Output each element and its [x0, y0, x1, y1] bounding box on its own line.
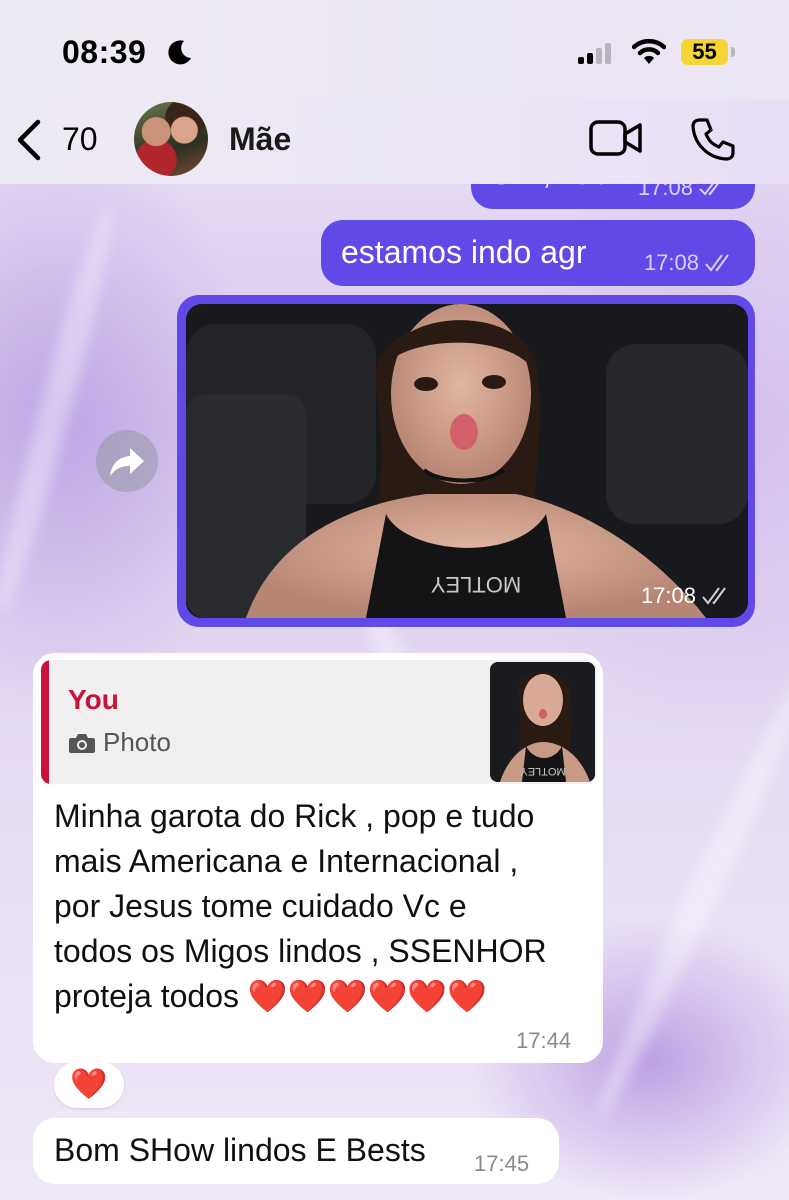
- message-time: 17:45: [474, 1151, 530, 1176]
- photo-shirt-print: MOTLEY: [430, 572, 521, 597]
- message-meta: 17:08: [641, 583, 734, 609]
- message-line: Minha garota do Rick , pop e tudo: [54, 798, 535, 834]
- background-streak: [0, 203, 124, 617]
- message-line: mais Americana e Internacional ,: [54, 843, 519, 879]
- share-arrow-icon: [110, 448, 144, 476]
- message-text: estamos indo agr: [341, 234, 587, 270]
- reply-thumbnail: MOTLEY: [490, 662, 595, 782]
- photo-image: MOTLEY: [186, 304, 748, 618]
- message-time: 17:44: [516, 1028, 572, 1053]
- phone-icon[interactable]: [690, 116, 736, 162]
- message-text: Minha garota do Rick , pop e tudo mais A…: [54, 794, 594, 1019]
- reply-quote-bar: [41, 660, 49, 784]
- video-call-icon[interactable]: [588, 118, 644, 158]
- message-time: 17:08: [640, 583, 696, 608]
- message-line: proteja todos ❤️❤️❤️❤️❤️❤️: [54, 978, 487, 1014]
- reply-thumbnail-image: MOTLEY: [490, 662, 595, 782]
- background-streak: [585, 657, 789, 1123]
- double-check-icon: [705, 254, 729, 272]
- reply-quote[interactable]: You Photo MOTLEY: [41, 660, 597, 784]
- reaction-badge[interactable]: ❤️: [54, 1062, 124, 1108]
- wifi-icon: [632, 38, 666, 64]
- reply-type-label: Photo: [103, 727, 171, 757]
- header-overlay: [0, 100, 789, 184]
- battery-icon: 55: [681, 39, 728, 65]
- chevron-left-icon[interactable]: [14, 118, 46, 162]
- double-check-icon: [702, 587, 726, 605]
- message-meta: 17:08: [644, 250, 737, 276]
- camera-icon: [69, 734, 95, 753]
- moon-icon: [168, 40, 191, 65]
- avatar[interactable]: [134, 102, 208, 176]
- status-time: 08:39: [62, 34, 147, 70]
- message-line: por Jesus tome cuidado Vc e: [54, 888, 467, 924]
- reply-thumb-print: MOTLEY: [520, 765, 566, 777]
- contact-name[interactable]: Mãe: [229, 121, 291, 158]
- forward-button[interactable]: [96, 430, 158, 492]
- message-line: todos os Migos lindos , SSENHOR: [54, 933, 547, 969]
- back-unread-count[interactable]: 70: [62, 121, 98, 158]
- message-photo[interactable]: MOTLEY 17:08: [186, 304, 748, 618]
- signal-icon: [578, 42, 611, 64]
- incoming-message[interactable]: Bom SHow lindos E Bests 17:45: [33, 1118, 559, 1184]
- status-bar: 08:39 55: [0, 0, 789, 100]
- outgoing-message[interactable]: estamos indo agr 17:08: [321, 220, 755, 286]
- message-text: Bom SHow lindos E Bests: [54, 1132, 426, 1168]
- message-time: 17:08: [643, 250, 699, 275]
- battery-cap: [731, 47, 735, 57]
- reply-sender-name: You: [68, 684, 119, 715]
